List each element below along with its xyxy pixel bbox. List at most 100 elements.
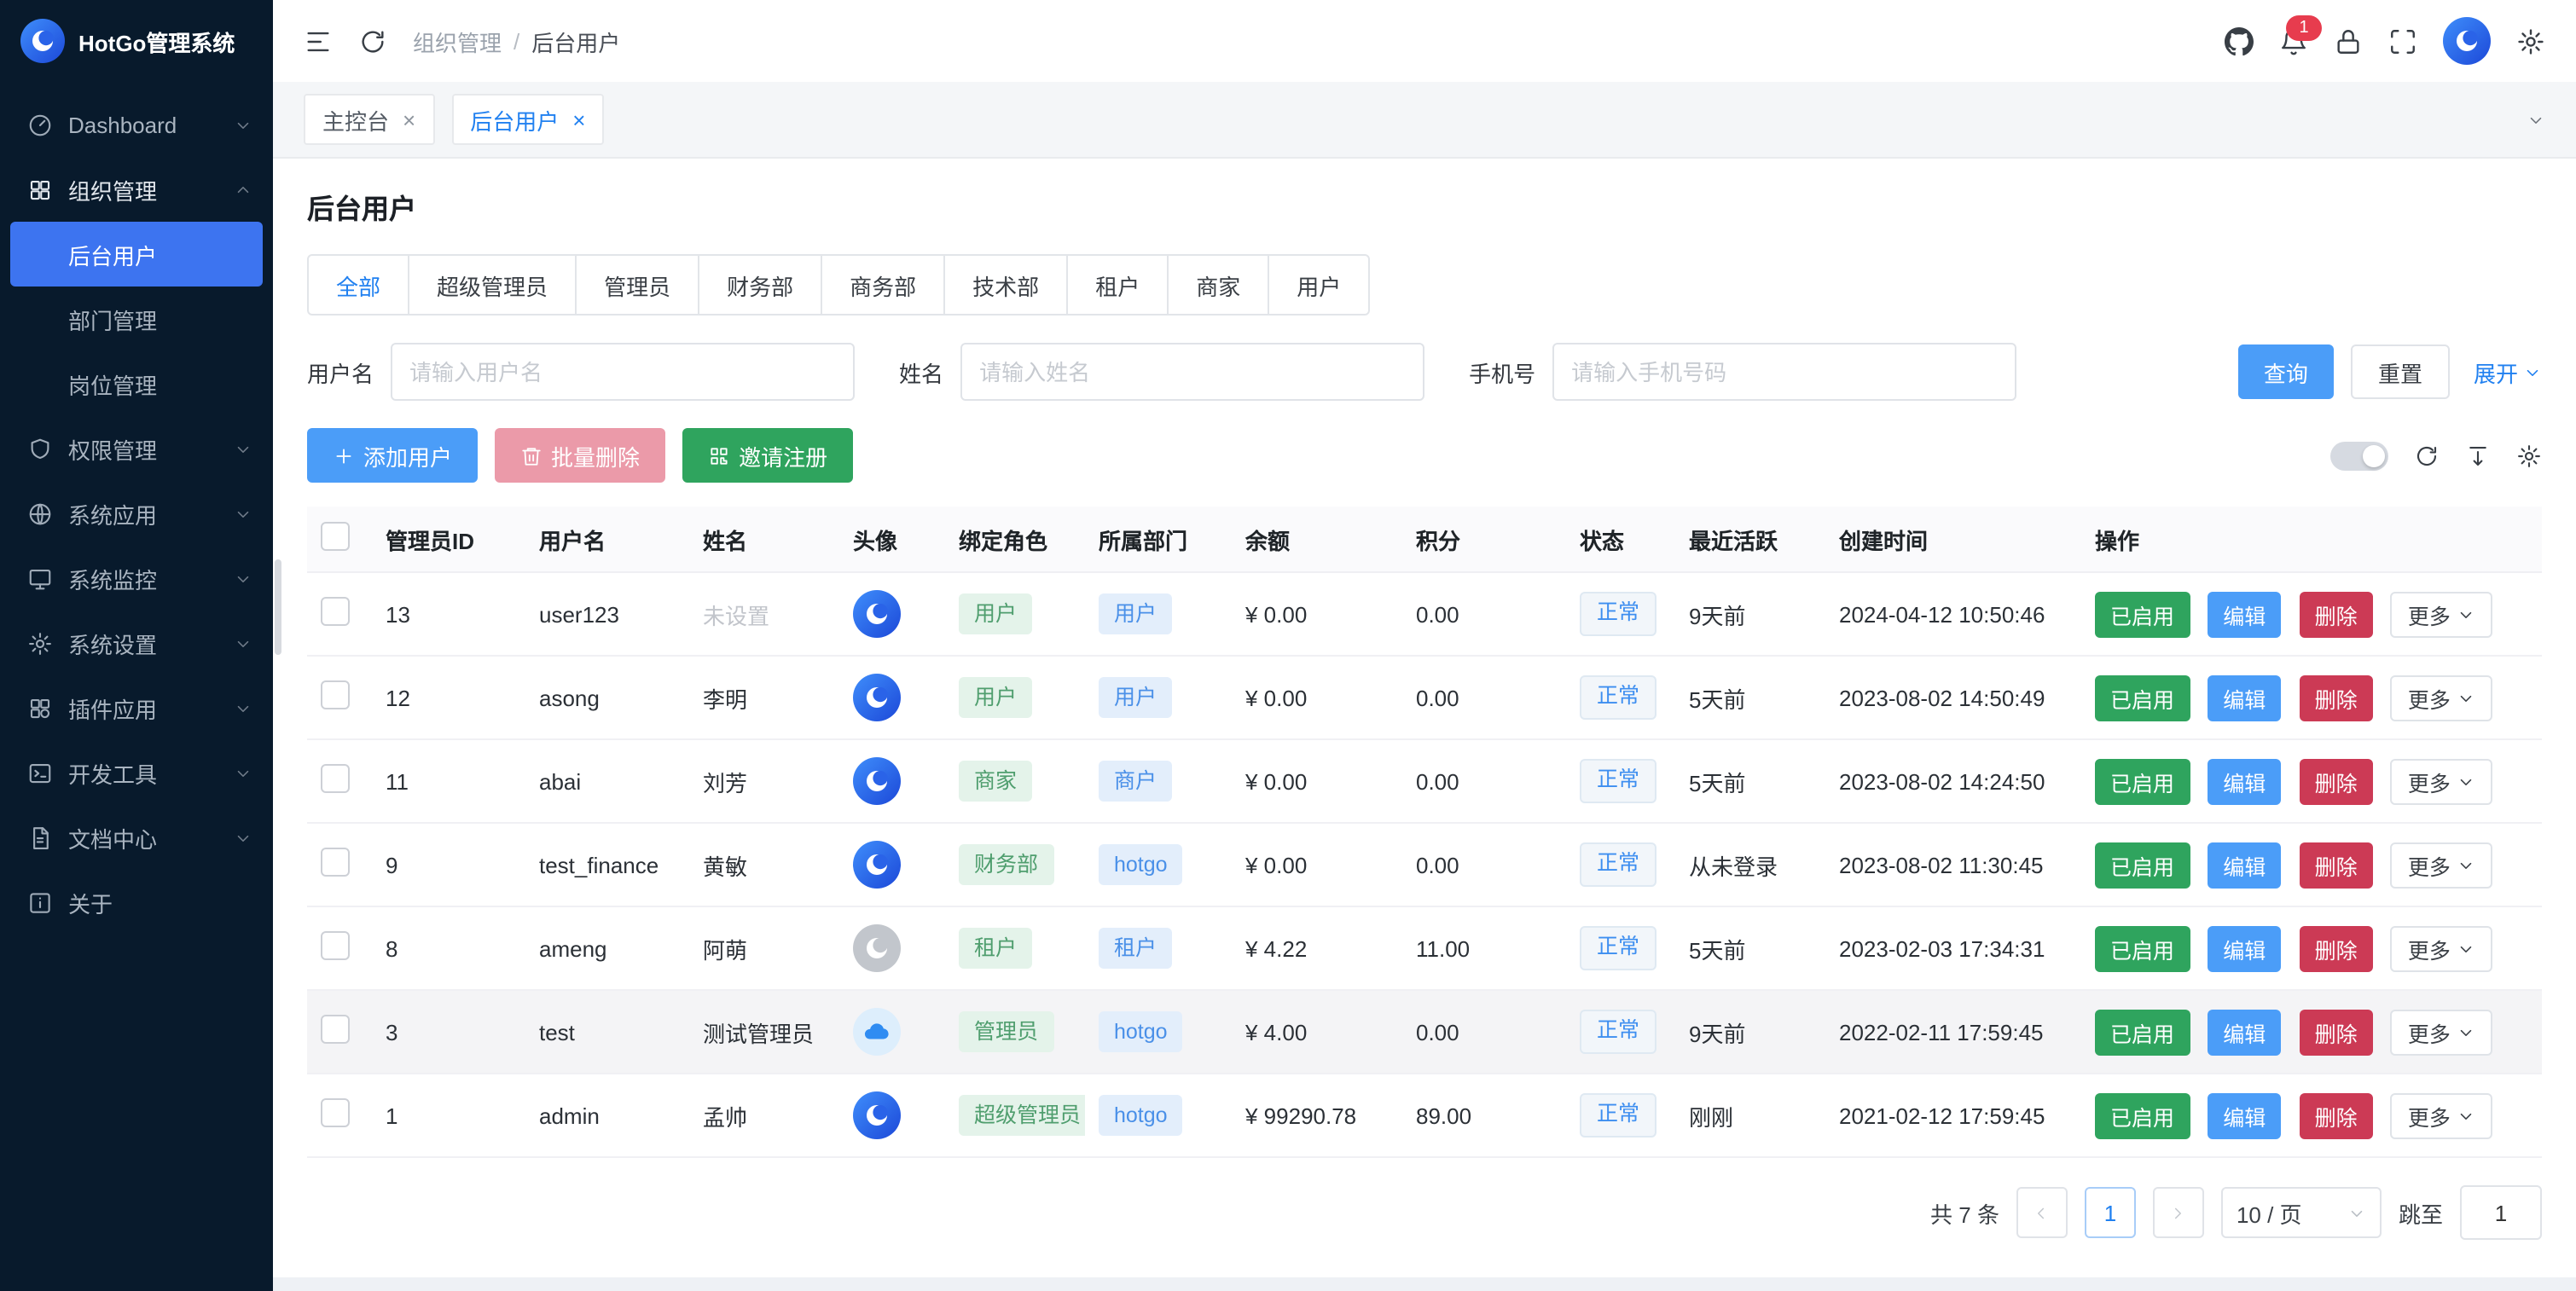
more-button[interactable]: 更多 (2391, 1092, 2493, 1138)
cell-created: 2023-02-03 17:34:31 (1825, 906, 2081, 990)
sidebar-item-system-settings[interactable]: 系统设置 (0, 611, 273, 675)
edit-button[interactable]: 编辑 (2208, 1009, 2281, 1055)
table-row[interactable]: 8 ameng 阿萌 租户 租户 ¥ 4.22 11.00 正常 5天前 202… (307, 906, 2542, 990)
role-tab-merchant[interactable]: 商家 (1167, 254, 1269, 316)
phone-input[interactable] (1552, 343, 2016, 401)
select-all-checkbox[interactable] (321, 522, 350, 551)
sidebar-item-system-monitor[interactable]: 系统监控 (0, 546, 273, 611)
table-row[interactable]: 12 asong 李明 用户 用户 ¥ 0.00 0.00 正常 5天前 202… (307, 656, 2542, 739)
lock-icon[interactable] (2334, 26, 2363, 55)
batch-delete-button[interactable]: 批量删除 (495, 428, 665, 483)
role-tab-business[interactable]: 商务部 (821, 254, 945, 316)
page-number-button[interactable]: 1 (2085, 1187, 2136, 1238)
tab-console[interactable]: 主控台 × (304, 94, 434, 145)
sidebar-item-department-management[interactable]: 部门管理 (0, 287, 273, 351)
table-row[interactable]: 13 user123 未设置 用户 用户 ¥ 0.00 0.00 正常 9天前 … (307, 572, 2542, 656)
row-checkbox[interactable] (321, 597, 350, 626)
collapse-menu-icon[interactable] (304, 26, 333, 55)
more-button[interactable]: 更多 (2391, 842, 2493, 888)
enabled-button[interactable]: 已启用 (2095, 1092, 2190, 1138)
row-checkbox[interactable] (321, 764, 350, 793)
column-settings-gear-icon[interactable] (2516, 443, 2542, 468)
edit-button[interactable]: 编辑 (2208, 925, 2281, 971)
enabled-button[interactable]: 已启用 (2095, 758, 2190, 804)
globe-icon (27, 501, 53, 526)
jump-to-input[interactable] (2460, 1185, 2542, 1240)
delete-button[interactable]: 删除 (2300, 1092, 2373, 1138)
table-row[interactable]: 9 test_finance 黄敏 财务部 hotgo ¥ 0.00 0.00 … (307, 823, 2542, 906)
scrollbar-thumb[interactable] (275, 559, 281, 655)
expand-link[interactable]: 展开 (2474, 356, 2542, 388)
reset-button[interactable]: 重置 (2351, 344, 2450, 399)
reload-table-icon[interactable] (2414, 443, 2440, 468)
more-button[interactable]: 更多 (2391, 758, 2493, 804)
role-tab-tech[interactable]: 技术部 (943, 254, 1068, 316)
role-tab-super-admin[interactable]: 超级管理员 (408, 254, 577, 316)
refresh-icon[interactable] (358, 26, 387, 55)
edit-button[interactable]: 编辑 (2208, 1092, 2281, 1138)
role-tab-all[interactable]: 全部 (307, 254, 409, 316)
username-input[interactable] (391, 343, 855, 401)
table-row[interactable]: 1 admin 孟帅 超级管理员 hotgo ¥ 99290.78 89.00 … (307, 1074, 2542, 1157)
delete-button[interactable]: 删除 (2300, 674, 2373, 721)
enabled-button[interactable]: 已启用 (2095, 1009, 2190, 1055)
role-tab-tenant[interactable]: 租户 (1066, 254, 1169, 316)
sidebar-item-system-apps[interactable]: 系统应用 (0, 481, 273, 546)
delete-button[interactable]: 删除 (2300, 1009, 2373, 1055)
enabled-button[interactable]: 已启用 (2095, 674, 2190, 721)
sidebar-item-dev-tools[interactable]: 开发工具 (0, 740, 273, 805)
delete-button[interactable]: 删除 (2300, 758, 2373, 804)
tab-backend-users[interactable]: 后台用户 × (451, 94, 604, 145)
invite-register-button[interactable]: 邀请注册 (682, 428, 853, 483)
fullscreen-icon[interactable] (2388, 26, 2417, 55)
row-checkbox[interactable] (321, 1015, 350, 1044)
toggle-switch[interactable] (2330, 441, 2388, 470)
close-icon[interactable]: × (572, 108, 585, 130)
bell-icon[interactable]: 1 (2279, 26, 2308, 55)
sidebar-item-dashboard[interactable]: Dashboard (0, 92, 273, 157)
search-button[interactable]: 查询 (2238, 344, 2334, 399)
enabled-button[interactable]: 已启用 (2095, 842, 2190, 888)
row-checkbox[interactable] (321, 680, 350, 709)
sidebar-item-about[interactable]: 关于 (0, 870, 273, 935)
sidebar-item-post-management[interactable]: 岗位管理 (0, 351, 273, 416)
delete-button[interactable]: 删除 (2300, 842, 2373, 888)
table-row[interactable]: 11 abai 刘芳 商家 商户 ¥ 0.00 0.00 正常 5天前 2023… (307, 739, 2542, 823)
row-checkbox[interactable] (321, 1098, 350, 1127)
edit-button[interactable]: 编辑 (2208, 591, 2281, 637)
table-row[interactable]: 3 test 测试管理员 管理员 hotgo ¥ 4.00 0.00 正常 9天… (307, 990, 2542, 1074)
edit-button[interactable]: 编辑 (2208, 842, 2281, 888)
edit-button[interactable]: 编辑 (2208, 758, 2281, 804)
delete-button[interactable]: 删除 (2300, 925, 2373, 971)
chevron-down-icon[interactable] (2527, 110, 2545, 129)
more-button[interactable]: 更多 (2391, 925, 2493, 971)
more-button[interactable]: 更多 (2391, 1009, 2493, 1055)
more-button[interactable]: 更多 (2391, 674, 2493, 721)
add-user-button[interactable]: 添加用户 (307, 428, 478, 483)
role-tab-admin[interactable]: 管理员 (575, 254, 699, 316)
prev-page-button[interactable] (2016, 1187, 2068, 1238)
settings-gear-icon[interactable] (2516, 26, 2545, 55)
role-tab-user[interactable]: 用户 (1268, 254, 1370, 316)
breadcrumb-parent[interactable]: 组织管理 (413, 25, 502, 57)
page-size-select[interactable]: 10 / 页 (2221, 1187, 2382, 1238)
delete-button[interactable]: 删除 (2300, 591, 2373, 637)
sidebar-item-backend-users[interactable]: 后台用户 (10, 222, 263, 287)
role-tab-finance[interactable]: 财务部 (698, 254, 822, 316)
row-checkbox[interactable] (321, 931, 350, 960)
enabled-button[interactable]: 已启用 (2095, 925, 2190, 971)
name-input[interactable] (960, 343, 1424, 401)
sidebar-item-doc-center[interactable]: 文档中心 (0, 805, 273, 870)
close-icon[interactable]: × (403, 108, 415, 130)
row-density-icon[interactable] (2465, 443, 2491, 468)
row-checkbox[interactable] (321, 848, 350, 877)
edit-button[interactable]: 编辑 (2208, 674, 2281, 721)
next-page-button[interactable] (2153, 1187, 2204, 1238)
sidebar-item-organization[interactable]: 组织管理 (0, 157, 273, 222)
more-button[interactable]: 更多 (2391, 591, 2493, 637)
sidebar-item-permission[interactable]: 权限管理 (0, 416, 273, 481)
enabled-button[interactable]: 已启用 (2095, 591, 2190, 637)
user-avatar[interactable] (2443, 17, 2491, 65)
github-icon[interactable] (2225, 26, 2254, 55)
sidebar-item-plugin-apps[interactable]: 插件应用 (0, 675, 273, 740)
